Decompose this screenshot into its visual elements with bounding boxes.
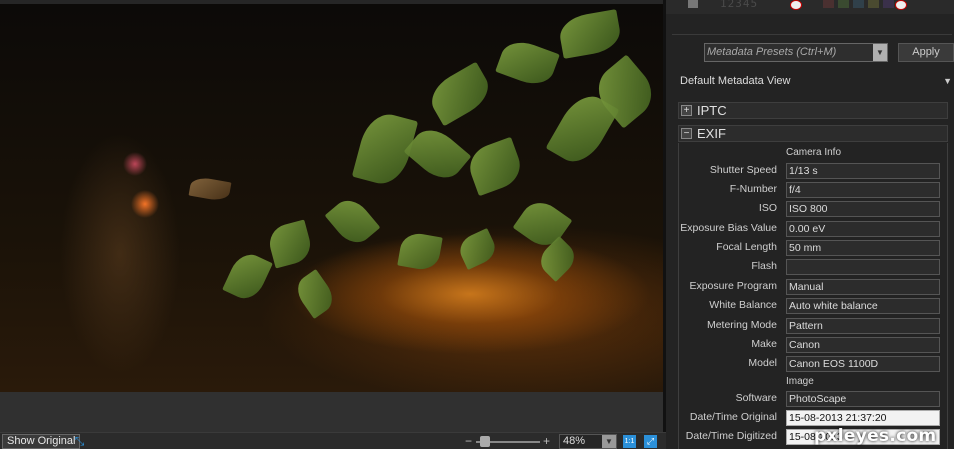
exif-field-value[interactable]: Manual: [786, 279, 940, 295]
exif-field-label: Date/Time Digitized: [685, 430, 777, 442]
exif-field-label: ISO: [758, 202, 777, 214]
leaf-shape: [424, 61, 496, 127]
exif-field-label: F-Number: [729, 183, 777, 195]
exif-field-label: Shutter Speed: [709, 164, 777, 176]
exif-field-value[interactable]: Canon: [786, 337, 940, 353]
metadata-view-dropdown[interactable]: Default Metadata View ▼: [680, 73, 954, 89]
image-group-label: Image: [786, 376, 814, 387]
leaf-shape: [188, 175, 232, 203]
image-viewer: [0, 0, 666, 449]
apply-button[interactable]: Apply: [898, 43, 954, 62]
color-label-swatch[interactable]: [868, 0, 879, 8]
show-original-button[interactable]: Show Original: [2, 434, 81, 449]
exif-field-label: Exposure Bias Value: [680, 222, 777, 234]
leaf-shape: [397, 230, 443, 273]
clear-color-label-icon[interactable]: [895, 0, 907, 10]
leaf-shape: [495, 35, 560, 91]
exif-field-label: Make: [751, 338, 777, 350]
iptc-section-header[interactable]: + IPTC: [678, 102, 948, 119]
watermark-text: pxleyes.com: [814, 426, 937, 446]
viewer-background: [0, 392, 663, 432]
exif-field-value[interactable]: ISO 800: [786, 201, 940, 217]
metadata-presets-placeholder: Metadata Presets (Ctrl+M): [707, 46, 837, 58]
leaf-shape: [291, 269, 339, 319]
exif-field-value[interactable]: Canon EOS 1100D: [786, 356, 940, 372]
exif-section-title: EXIF: [697, 126, 726, 141]
iptc-section-title: IPTC: [697, 103, 727, 118]
zoom-out-button[interactable]: −: [465, 433, 472, 449]
exif-field-value[interactable]: 50 mm: [786, 240, 940, 256]
chevron-down-icon[interactable]: ▼: [873, 44, 887, 61]
fullscreen-icon[interactable]: ⤢: [644, 435, 657, 448]
rating-stars[interactable]: 12345: [720, 0, 758, 10]
exif-field-label: Model: [748, 357, 777, 369]
exif-field-label: Exposure Program: [689, 280, 777, 292]
exif-field-label: Date/Time Original: [689, 411, 777, 423]
metadata-presets-dropdown[interactable]: Metadata Presets (Ctrl+M) ▼: [704, 43, 888, 62]
metadata-view-selected: Default Metadata View: [680, 75, 791, 87]
viewer-bottom-bar: Show Original ⤡ − + 48% ▼ 1:1 ⤢: [0, 432, 666, 449]
clear-rating-icon[interactable]: [790, 0, 802, 10]
exif-field-label: Focal Length: [716, 241, 777, 253]
exif-field-value[interactable]: 1/13 s: [786, 163, 940, 179]
exif-field-value[interactable]: [786, 259, 940, 275]
leaf-shape: [265, 219, 315, 269]
rating-label-row: 12345: [666, 0, 954, 14]
actual-size-button[interactable]: 1:1: [623, 435, 636, 448]
exif-section-header[interactable]: − EXIF: [678, 125, 948, 142]
zoom-level-field[interactable]: 48% ▼: [559, 434, 617, 449]
exif-field-label: Flash: [751, 260, 777, 272]
exif-field-value[interactable]: PhotoScape: [786, 391, 940, 407]
checkbox-icon[interactable]: [688, 0, 698, 8]
divider: [672, 34, 952, 35]
expand-plus-icon[interactable]: +: [681, 105, 692, 116]
color-label-swatch[interactable]: [853, 0, 864, 8]
color-label-swatch[interactable]: [838, 0, 849, 8]
collapse-minus-icon[interactable]: −: [681, 128, 692, 139]
leaf-shape: [463, 136, 527, 197]
exif-field-label: Metering Mode: [706, 319, 777, 331]
exif-field-value[interactable]: Auto white balance: [786, 298, 940, 314]
exif-field-value[interactable]: f/4: [786, 182, 940, 198]
exif-field-value[interactable]: 15-08-2013 21:37:20: [786, 410, 940, 426]
exif-field-label: White Balance: [709, 299, 777, 311]
zoom-in-button[interactable]: +: [543, 433, 550, 449]
zoom-slider-thumb[interactable]: [480, 436, 490, 447]
color-label-swatch[interactable]: [883, 0, 894, 8]
camera-info-group-label: Camera Info: [786, 147, 842, 158]
exif-field-value[interactable]: 0.00 eV: [786, 221, 940, 237]
color-label-swatch[interactable]: [823, 0, 834, 8]
fit-to-screen-icon[interactable]: ⤡: [73, 435, 86, 448]
leaf-shape: [324, 193, 381, 250]
leaf-shape: [556, 9, 624, 59]
exif-field-label: Software: [735, 392, 777, 404]
chevron-down-icon[interactable]: ▼: [602, 435, 616, 448]
chevron-down-icon[interactable]: ▼: [943, 73, 952, 89]
leaf-shape: [455, 228, 500, 270]
exif-field-value[interactable]: Pattern: [786, 318, 940, 334]
zoom-level-value: 48%: [563, 435, 586, 447]
photo-preview[interactable]: [0, 4, 663, 392]
app-window: Show Original ⤡ − + 48% ▼ 1:1 ⤢ 12345 Me…: [0, 0, 954, 449]
leaf-shape: [222, 248, 273, 305]
